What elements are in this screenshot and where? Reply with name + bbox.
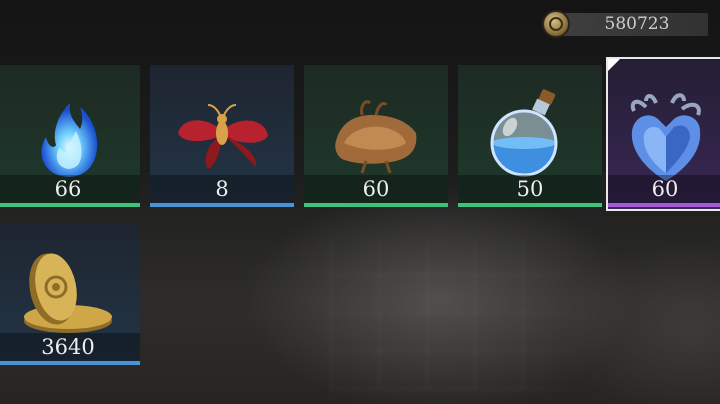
background-window (330, 240, 570, 390)
inventory-slot-leather-pouch[interactable]: 60 (304, 65, 448, 207)
inventory-slot-gold-coins[interactable]: 3640 (0, 223, 140, 365)
item-quantity: 60 (304, 175, 448, 203)
item-quantity: 66 (0, 175, 140, 203)
blue-flame-icon (41, 103, 98, 177)
potion-flask-icon (490, 89, 558, 177)
selection-corner (608, 59, 620, 71)
item-quantity: 8 (150, 175, 294, 203)
inventory-slot-blue-flame[interactable]: 66 (0, 65, 140, 207)
inventory-slot-crystal-heart[interactable]: 60 (606, 57, 720, 211)
crystal-heart-icon (630, 93, 701, 181)
red-moth-icon (178, 104, 268, 169)
currency-amount: 580723 (604, 14, 670, 34)
inventory-slot-blue-potion[interactable]: 50 (458, 65, 602, 207)
leather-pouch-icon (335, 100, 417, 174)
gold-coin-icon (542, 10, 570, 38)
item-quantity: 50 (458, 175, 602, 203)
rarity-bar (150, 203, 294, 207)
currency-display: 580723 (542, 10, 708, 38)
rarity-bar (458, 203, 602, 207)
rarity-bar (304, 203, 448, 207)
rarity-bar (0, 203, 140, 207)
gold-coins-icon (24, 253, 112, 333)
item-quantity: 60 (608, 175, 720, 203)
inventory-slot-red-moth[interactable]: 8 (150, 65, 294, 207)
rarity-bar (608, 203, 720, 207)
item-quantity: 3640 (0, 333, 140, 361)
rarity-bar (0, 361, 140, 365)
